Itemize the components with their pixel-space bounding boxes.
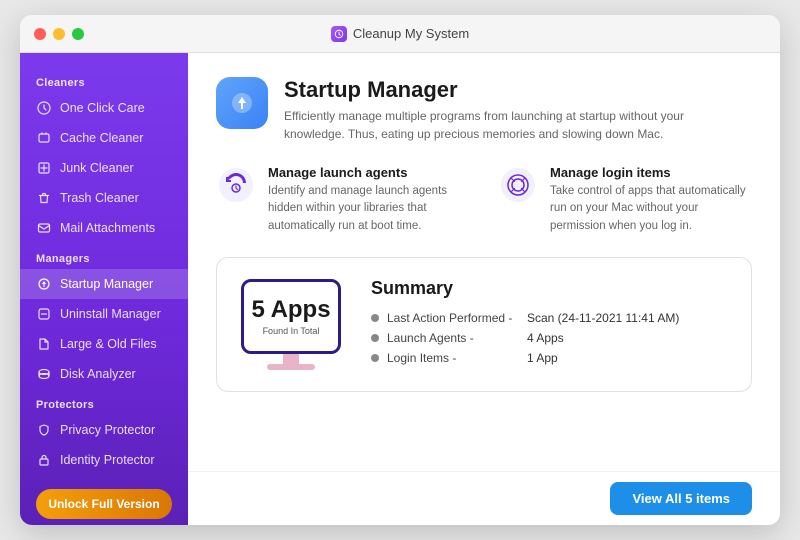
sidebar: Cleaners One Click Care Cache Cleaner Ju… [20, 53, 188, 525]
page-title: Startup Manager [284, 77, 704, 103]
summary-row-login-items: Login Items - 1 App [371, 351, 727, 365]
app-title: Cleanup My System [353, 26, 469, 41]
large-old-files-icon [36, 336, 52, 352]
traffic-lights [34, 28, 84, 40]
sidebar-label-mail-attachments: Mail Attachments [60, 221, 155, 235]
section-label-cleaners: Cleaners [20, 67, 188, 93]
feature-login-items-desc: Take control of apps that automatically … [550, 183, 752, 235]
trash-cleaner-icon [36, 190, 52, 206]
summary-key-last-action: Last Action Performed - [387, 311, 527, 325]
sidebar-label-one-click-care: One Click Care [60, 101, 145, 115]
page-header-text: Startup Manager Efficiently manage multi… [284, 77, 704, 143]
monitor-count: 5 Apps [251, 296, 330, 324]
monitor-label: Found In Total [263, 326, 320, 336]
uninstall-manager-icon [36, 306, 52, 322]
app-icon [331, 26, 347, 42]
summary-row-last-action: Last Action Performed - Scan (24-11-2021… [371, 311, 727, 325]
monitor-neck [283, 354, 299, 364]
sidebar-item-privacy-protector[interactable]: Privacy Protector [20, 415, 188, 445]
summary-row-launch-agents: Launch Agents - 4 Apps [371, 331, 727, 345]
sidebar-item-large-old-files[interactable]: Large & Old Files [20, 329, 188, 359]
monitor-base [267, 364, 315, 370]
view-all-button[interactable]: View All 5 items [610, 482, 752, 515]
identity-protector-icon [36, 452, 52, 468]
maximize-button[interactable] [72, 28, 84, 40]
feature-launch-agents-desc: Identify and manage launch agents hidden… [268, 183, 470, 235]
feature-launch-agents-text: Manage launch agents Identify and manage… [268, 165, 470, 235]
section-label-protectors: Protectors [20, 389, 188, 415]
sidebar-label-identity-protector: Identity Protector [60, 453, 155, 467]
one-click-care-icon [36, 100, 52, 116]
summary-val-login-items: 1 App [527, 351, 558, 365]
sidebar-item-uninstall-manager[interactable]: Uninstall Manager [20, 299, 188, 329]
title-bar-content: Cleanup My System [331, 26, 469, 42]
sidebar-bottom: Unlock Full Version [20, 475, 188, 525]
sidebar-label-large-old-files: Large & Old Files [60, 337, 157, 351]
page-description: Efficiently manage multiple programs fro… [284, 107, 704, 143]
startup-manager-header-icon [216, 77, 268, 129]
sidebar-item-identity-protector[interactable]: Identity Protector [20, 445, 188, 475]
summary-key-login-items: Login Items - [387, 351, 527, 365]
junk-cleaner-icon [36, 160, 52, 176]
sidebar-item-trash-cleaner[interactable]: Trash Cleaner [20, 183, 188, 213]
sidebar-label-uninstall-manager: Uninstall Manager [60, 307, 161, 321]
main-content: Cleaners One Click Care Cache Cleaner Ju… [20, 53, 780, 525]
cache-cleaner-icon [36, 130, 52, 146]
privacy-protector-icon [36, 422, 52, 438]
mail-attachments-icon [36, 220, 52, 236]
unlock-full-version-button[interactable]: Unlock Full Version [36, 489, 172, 519]
feature-login-items-text: Manage login items Take control of apps … [550, 165, 752, 235]
summary-dot-3 [371, 354, 379, 362]
sidebar-item-mail-attachments[interactable]: Mail Attachments [20, 213, 188, 243]
minimize-button[interactable] [53, 28, 65, 40]
sidebar-label-disk-analyzer: Disk Analyzer [60, 367, 136, 381]
summary-card: 5 Apps Found In Total Summary Last Actio… [216, 257, 752, 392]
monitor-screen: 5 Apps Found In Total [241, 279, 341, 354]
feature-launch-agents-title: Manage launch agents [268, 165, 470, 180]
sidebar-label-startup-manager: Startup Manager [60, 277, 153, 291]
feature-login-items: Manage login items Take control of apps … [498, 165, 752, 235]
section-label-managers: Managers [20, 243, 188, 269]
close-button[interactable] [34, 28, 46, 40]
app-window: Cleanup My System Cleaners One Click Car… [20, 15, 780, 525]
monitor-illustration: 5 Apps Found In Total [241, 279, 341, 370]
page-header: Startup Manager Efficiently manage multi… [216, 77, 752, 143]
sidebar-label-junk-cleaner: Junk Cleaner [60, 161, 134, 175]
disk-analyzer-icon [36, 366, 52, 382]
summary-dot-1 [371, 314, 379, 322]
summary-dot-2 [371, 334, 379, 342]
summary-key-launch-agents: Launch Agents - [387, 331, 527, 345]
sidebar-item-startup-manager[interactable]: Startup Manager [20, 269, 188, 299]
feature-login-items-title: Manage login items [550, 165, 752, 180]
startup-manager-icon [36, 276, 52, 292]
sidebar-item-disk-analyzer[interactable]: Disk Analyzer [20, 359, 188, 389]
summary-val-launch-agents: 4 Apps [527, 331, 564, 345]
footer-bar: View All 5 items [188, 471, 780, 525]
launch-agents-icon [216, 165, 256, 205]
summary-title: Summary [371, 278, 727, 299]
sidebar-item-junk-cleaner[interactable]: Junk Cleaner [20, 153, 188, 183]
sidebar-item-cache-cleaner[interactable]: Cache Cleaner [20, 123, 188, 153]
login-items-icon [498, 165, 538, 205]
summary-info: Summary Last Action Performed - Scan (24… [371, 278, 727, 371]
summary-val-last-action: Scan (24-11-2021 11:41 AM) [527, 311, 679, 325]
feature-launch-agents: Manage launch agents Identify and manage… [216, 165, 470, 235]
sidebar-label-trash-cleaner: Trash Cleaner [60, 191, 139, 205]
title-bar: Cleanup My System [20, 15, 780, 53]
content-area: Startup Manager Efficiently manage multi… [188, 53, 780, 471]
sidebar-label-cache-cleaner: Cache Cleaner [60, 131, 143, 145]
sidebar-item-one-click-care[interactable]: One Click Care [20, 93, 188, 123]
sidebar-label-privacy-protector: Privacy Protector [60, 423, 155, 437]
features-row: Manage launch agents Identify and manage… [216, 165, 752, 235]
